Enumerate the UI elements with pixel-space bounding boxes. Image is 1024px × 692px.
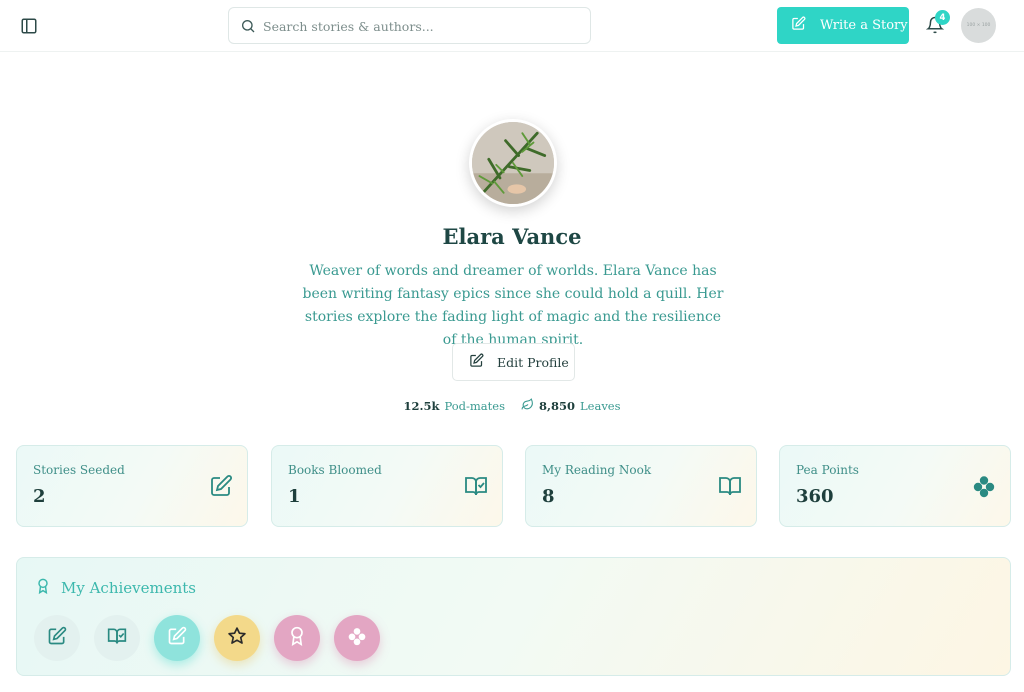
edit-square-icon <box>47 626 67 650</box>
leaves-stat: 8,850 Leaves <box>521 398 621 414</box>
open-book-icon <box>718 474 742 498</box>
stat-card-value: 1 <box>288 486 301 507</box>
sidebar-toggle-icon[interactable] <box>20 17 38 35</box>
user-avatar[interactable]: 100 × 100 <box>961 8 996 43</box>
edit-square-icon <box>209 474 233 498</box>
leaf-icon <box>521 398 534 414</box>
book-check-icon <box>107 626 127 650</box>
achievements-panel: My Achievements <box>16 557 1011 676</box>
edit-profile-label: Edit Profile <box>497 354 569 370</box>
stat-card-stories-seeded[interactable]: Stories Seeded 2 <box>16 445 248 527</box>
achievements-title: My Achievements <box>61 579 197 597</box>
leaves-value: 8,850 <box>539 399 576 413</box>
write-story-button[interactable]: Write a Story <box>777 7 909 44</box>
peas-icon <box>972 474 996 498</box>
profile-avatar <box>469 119 557 207</box>
star-icon <box>227 626 247 650</box>
award-icon <box>35 577 51 599</box>
edit-profile-button[interactable]: Edit Profile <box>452 343 575 381</box>
achievement-badge-peas[interactable] <box>334 615 380 661</box>
search-box[interactable] <box>228 7 591 44</box>
stat-card-value: 2 <box>33 486 46 507</box>
stat-card-label: Books Bloomed <box>288 463 382 477</box>
profile-bio: Weaver of words and dreamer of worlds. E… <box>302 263 724 348</box>
book-check-icon <box>464 474 488 498</box>
stat-card-pea-points[interactable]: Pea Points 360 <box>779 445 1011 527</box>
top-bar: Write a Story 4 100 × 100 <box>0 0 1024 52</box>
edit-square-icon <box>167 626 187 650</box>
stat-card-label: Pea Points <box>796 463 859 477</box>
profile-stats: 12.5k Pod-mates 8,850 Leaves <box>0 398 1024 414</box>
peas-icon <box>347 626 367 650</box>
achievement-badge-prolific-writer[interactable] <box>154 615 200 661</box>
achievement-badge-book-completed[interactable] <box>94 615 140 661</box>
stat-card-label: My Reading Nook <box>542 463 652 477</box>
write-story-label: Write a Story <box>820 18 908 33</box>
award-icon <box>287 626 307 650</box>
profile-photo-plant <box>472 122 554 204</box>
achievement-badge-star[interactable] <box>214 615 260 661</box>
podmates-label: Pod-mates <box>444 399 505 413</box>
profile-name: Elara Vance <box>442 224 582 249</box>
notification-count-badge: 4 <box>935 10 950 25</box>
achievement-badge-story-writer[interactable] <box>34 615 80 661</box>
podmates-stat[interactable]: 12.5k Pod-mates <box>403 398 505 414</box>
search-icon <box>240 18 256 34</box>
podmates-value: 12.5k <box>403 399 440 413</box>
search-input[interactable] <box>263 16 573 36</box>
leaves-label: Leaves <box>580 399 621 413</box>
stat-card-books-bloomed[interactable]: Books Bloomed 1 <box>271 445 503 527</box>
stat-card-reading-nook[interactable]: My Reading Nook 8 <box>525 445 757 527</box>
achievements-header: My Achievements <box>35 577 196 599</box>
edit-square-icon <box>791 16 806 35</box>
stat-card-label: Stories Seeded <box>33 463 125 477</box>
achievement-badge-award[interactable] <box>274 615 320 661</box>
avatar-placeholder-text: 100 × 100 <box>966 23 991 28</box>
edit-square-icon <box>469 353 484 371</box>
stat-card-value: 8 <box>542 486 555 507</box>
stat-card-value: 360 <box>796 486 834 507</box>
